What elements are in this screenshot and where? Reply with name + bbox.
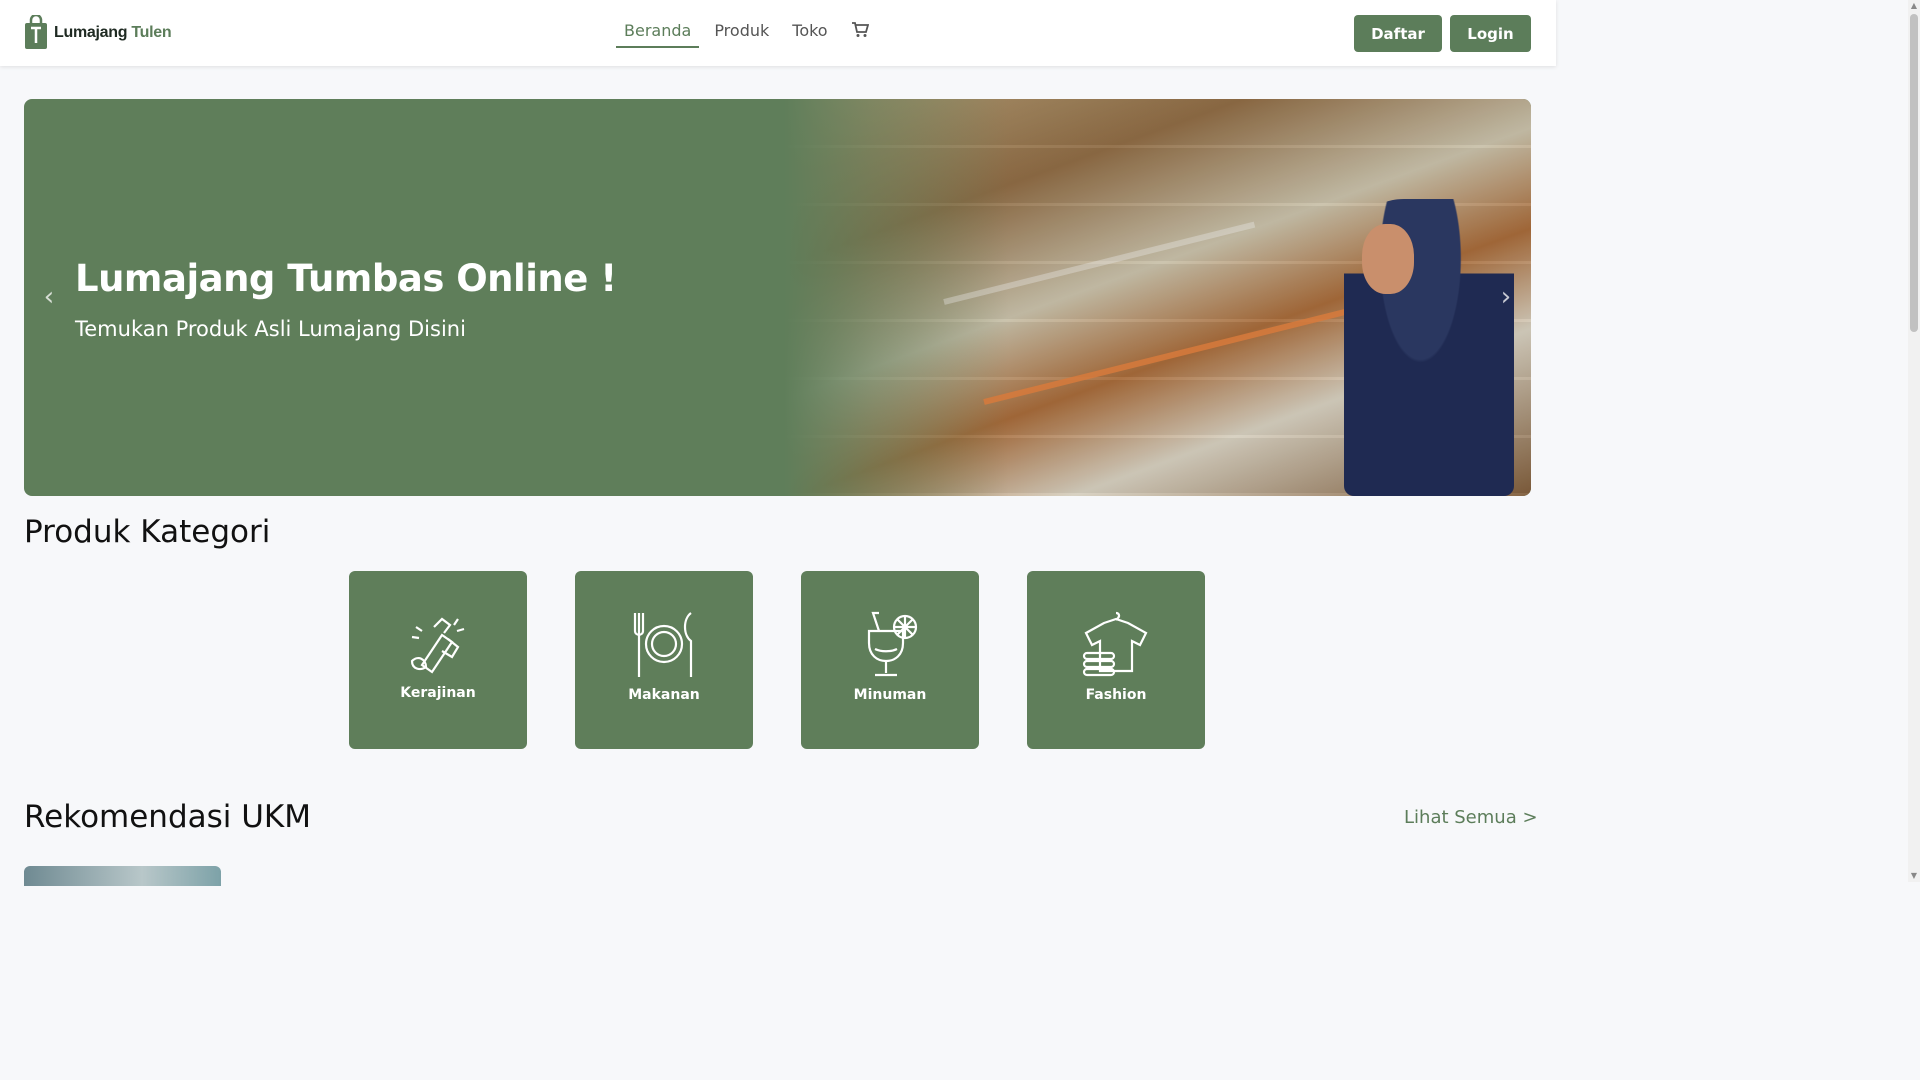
category-card-minuman[interactable]: Minuman (801, 571, 979, 749)
nav-link-produk[interactable]: Produk (706, 18, 777, 46)
page-scrollbar[interactable]: ▲ ▼ (1908, 0, 1920, 882)
top-navbar: Lumajang Tulen Beranda Produk Toko Dafta… (0, 0, 1556, 66)
register-button[interactable]: Daftar (1354, 15, 1442, 52)
chevron-right-icon[interactable]: › (1494, 284, 1518, 310)
cart-icon[interactable] (851, 22, 869, 42)
category-card-makanan[interactable]: Makanan (575, 571, 753, 749)
category-section-title: Produk Kategori (24, 514, 271, 550)
crafts-icon (410, 617, 465, 674)
plate-cutlery-icon (633, 612, 693, 677)
category-card-kerajinan[interactable]: Kerajinan (349, 571, 527, 749)
nav-link-beranda[interactable]: Beranda (616, 18, 700, 48)
category-label: Minuman (853, 687, 927, 703)
hero-subtitle: Temukan Produk Asli Lumajang Disini (75, 317, 466, 341)
ukm-card-image[interactable] (24, 866, 221, 886)
nav-link-toko[interactable]: Toko (784, 18, 835, 46)
drink-glass-icon (867, 611, 918, 677)
hero-carousel: Lumajang Tumbas Online ! Temukan Produk … (24, 99, 1531, 496)
category-list: Kerajinan Makanan Minuman Fashion (349, 571, 1253, 749)
chevron-left-icon[interactable]: ‹ (37, 284, 61, 310)
brand-logo[interactable]: Lumajang Tulen (23, 15, 172, 51)
main-nav: Beranda Produk Toko (616, 18, 869, 50)
category-label: Kerajinan (400, 685, 476, 701)
ukm-section-title: Rekomendasi UKM (24, 799, 312, 835)
see-all-link[interactable]: Lihat Semua > (1404, 807, 1538, 828)
hero-person-face (1362, 224, 1414, 294)
login-button[interactable]: Login (1450, 15, 1531, 52)
hero-title: Lumajang Tumbas Online ! (75, 257, 617, 300)
category-label: Fashion (1085, 687, 1147, 703)
brand-name: Lumajang Tulen (54, 24, 172, 41)
scroll-down-arrow-icon[interactable]: ▼ (1910, 872, 1918, 880)
scrollbar-thumb[interactable] (1910, 14, 1918, 332)
scroll-up-arrow-icon[interactable]: ▲ (1910, 2, 1918, 10)
category-card-fashion[interactable]: Fashion (1027, 571, 1205, 749)
shopping-bag-logo-icon (25, 15, 47, 49)
clothing-icon (1082, 611, 1148, 677)
category-label: Makanan (628, 687, 700, 703)
